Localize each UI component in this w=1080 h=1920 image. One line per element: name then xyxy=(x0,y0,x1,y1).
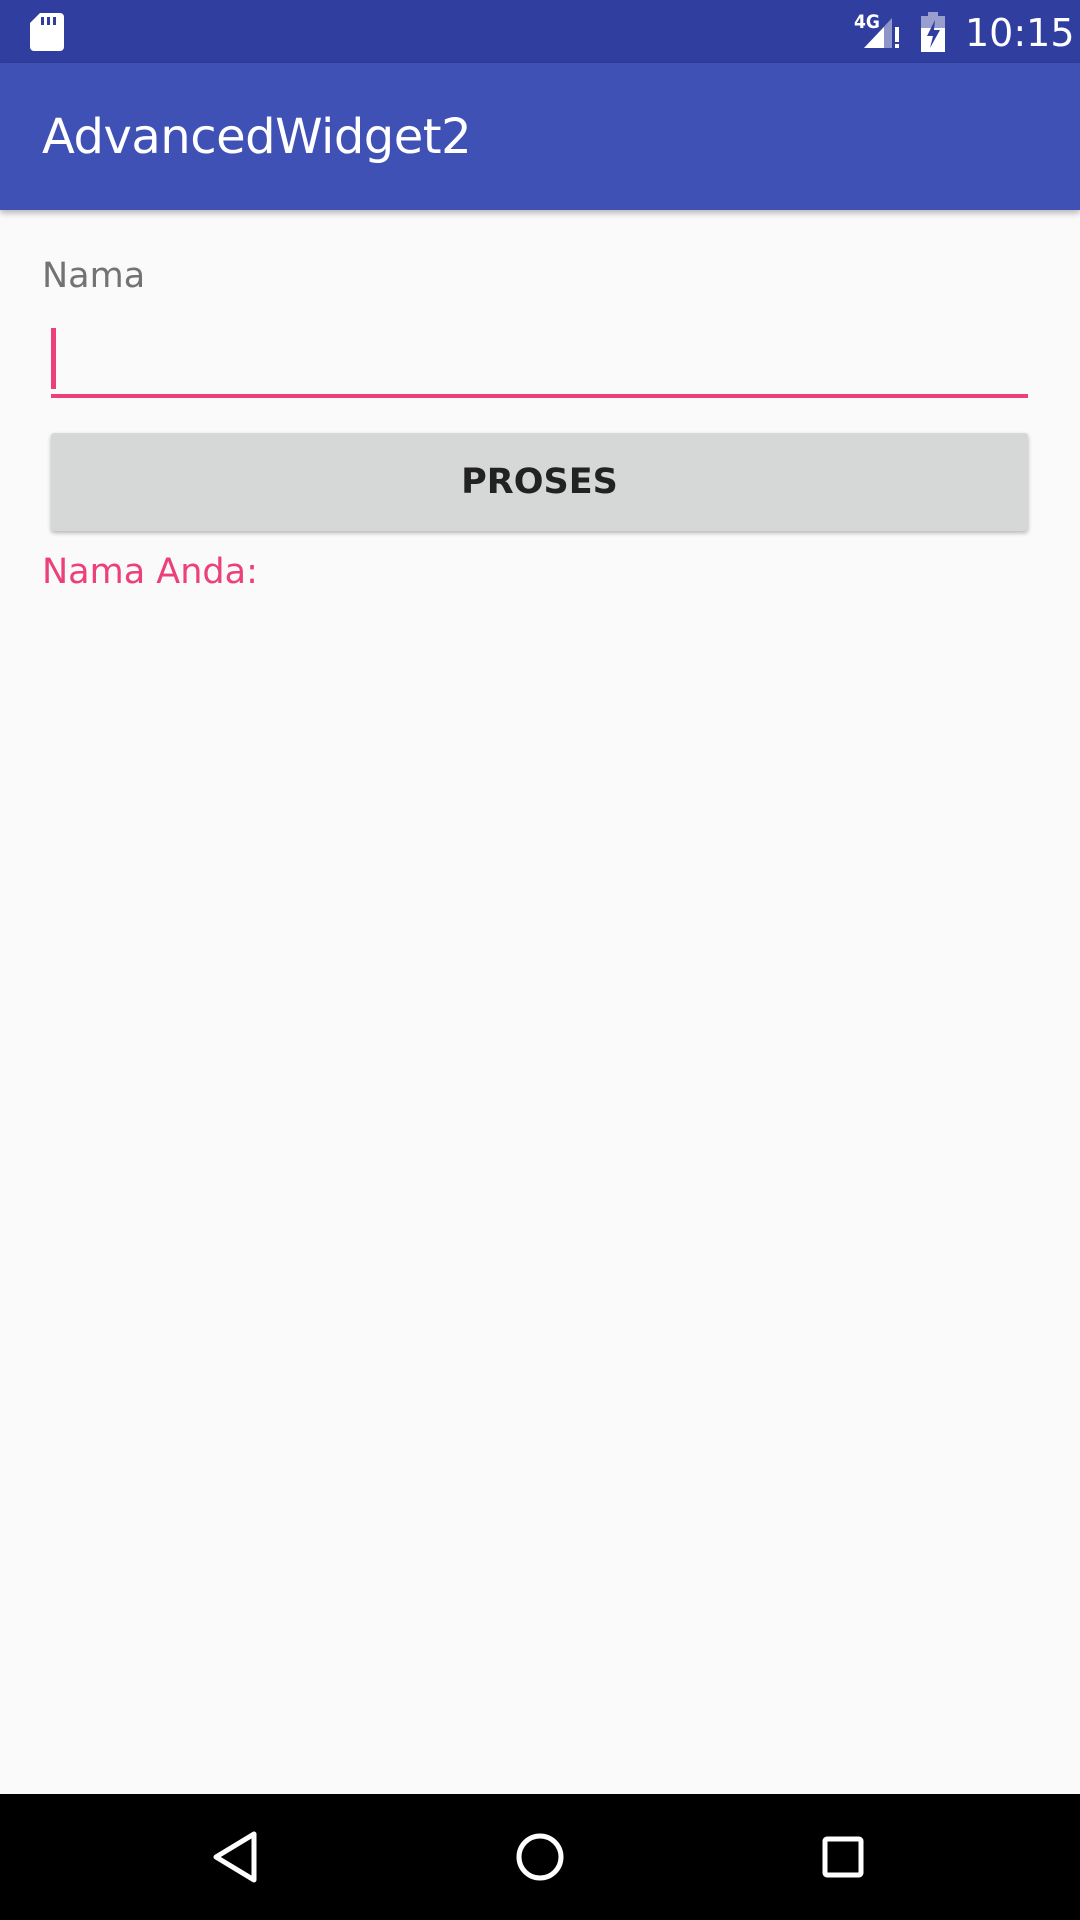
app-bar: AdvancedWidget2 xyxy=(0,63,1080,210)
proses-button[interactable]: PROSES xyxy=(51,433,1028,531)
signal-icon xyxy=(864,18,899,48)
text-cursor xyxy=(51,328,56,389)
name-field-label: Nama xyxy=(42,256,146,296)
home-icon[interactable] xyxy=(505,1822,575,1892)
name-input[interactable] xyxy=(51,318,1028,398)
result-label: Nama Anda: xyxy=(42,552,258,592)
app-screen: 4G 10:15 AdvancedWidget2 Nama PROSES Nam… xyxy=(0,0,1080,1920)
sd-card-icon xyxy=(30,13,64,51)
battery-charging-icon xyxy=(921,12,945,52)
app-title: AdvancedWidget2 xyxy=(42,109,472,165)
recents-icon[interactable] xyxy=(808,1822,878,1892)
navigation-bar xyxy=(0,1794,1080,1920)
status-bar: 4G 10:15 xyxy=(0,0,1080,63)
status-time: 10:15 xyxy=(965,11,1075,55)
back-icon[interactable] xyxy=(202,1822,272,1892)
